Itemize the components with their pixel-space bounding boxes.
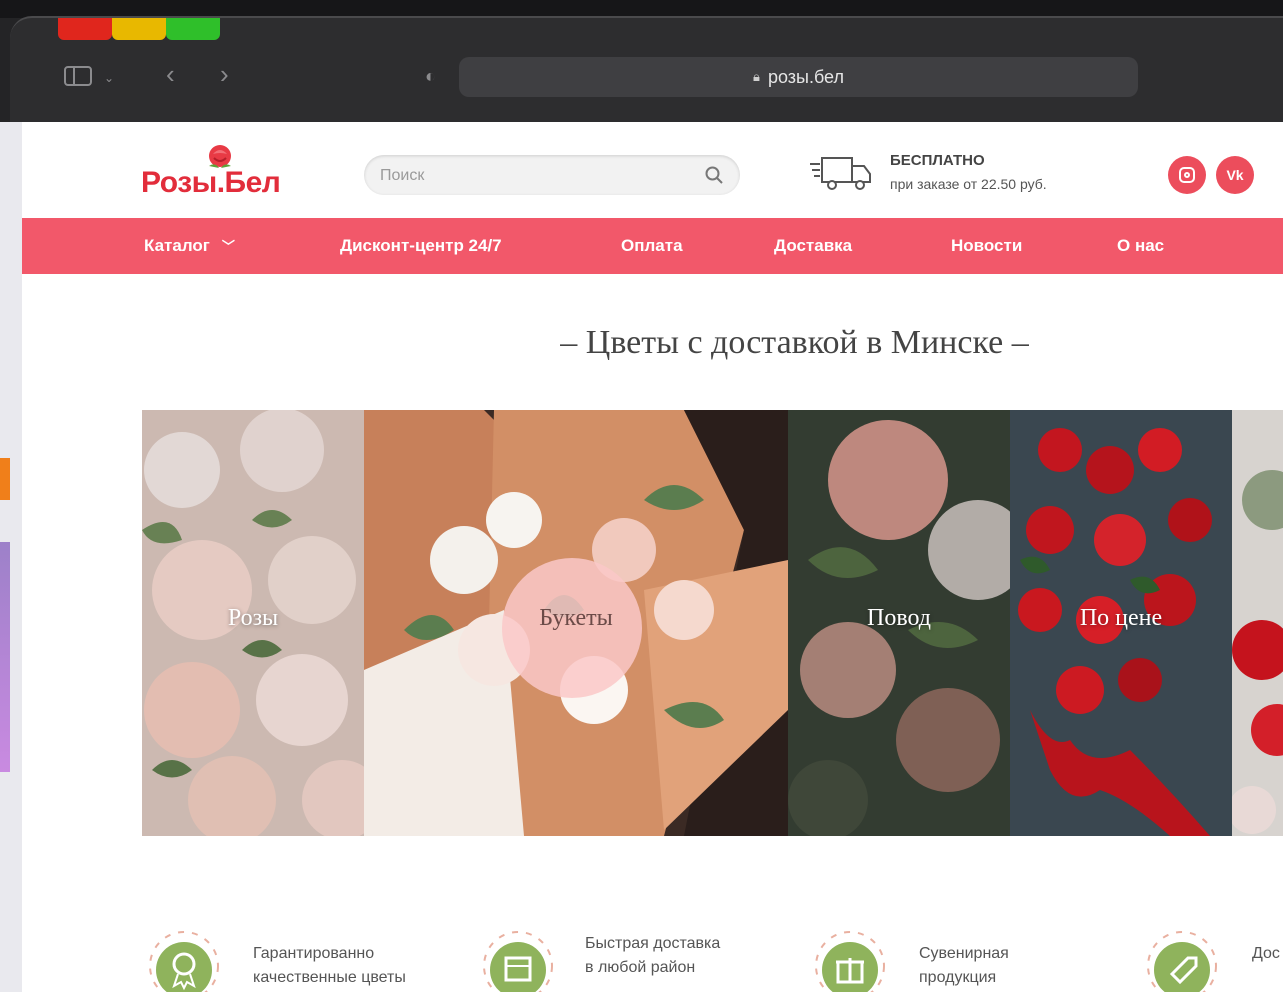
- browser-toolbar: ⌄ ‹ › ◐ 🔒︎ розы.бел: [0, 0, 1283, 124]
- nav-item-label: Каталог: [144, 236, 210, 255]
- feature-partial-line1: Дос: [1252, 945, 1280, 962]
- background-window-accent: [0, 458, 10, 500]
- address-bar[interactable]: 🔒︎ розы.бел: [459, 57, 1138, 97]
- nav-item-news[interactable]: Новости: [951, 218, 1022, 274]
- web-page: Розы.Бел БЕСПЛАТНО при заказе от 22.50 р…: [22, 122, 1283, 992]
- chevron-down-icon: ﹀: [221, 239, 235, 254]
- feature-partial-text: Дос: [1252, 942, 1280, 966]
- feature-delivery-text: Быстрая доставка в любой район: [585, 932, 720, 980]
- vk-button[interactable]: Vk: [1216, 156, 1254, 194]
- search-input[interactable]: [378, 155, 682, 197]
- category-tile-by-price[interactable]: По цене: [1010, 410, 1232, 836]
- close-window-button[interactable]: [58, 18, 112, 40]
- maximize-window-button[interactable]: [166, 18, 220, 40]
- feature-quality-text: Гарантированно качественные цветы: [253, 942, 406, 990]
- nav-item-catalog[interactable]: Каталог ﹀: [144, 218, 235, 274]
- free-delivery-subtitle: при заказе от 22.50 руб.: [890, 176, 1047, 192]
- logo-text: Розы.Бел: [141, 166, 281, 199]
- feature-souvenir-line1: Сувенирная: [919, 945, 1009, 962]
- nav-item-payment[interactable]: Оплата: [621, 218, 683, 274]
- search-icon[interactable]: [704, 165, 724, 185]
- gift-icon: [815, 931, 885, 992]
- background-window-edge: [0, 122, 22, 992]
- free-delivery-title: БЕСПЛАТНО: [890, 152, 985, 169]
- partial-photo: [1232, 410, 1283, 836]
- fast-delivery-icon: [483, 931, 553, 992]
- feature-souvenir-text: Сувенирная продукция: [919, 942, 1009, 990]
- lock-icon: 🔒︎: [753, 69, 760, 84]
- category-tile-bouquets[interactable]: Букеты: [364, 410, 788, 836]
- instagram-icon: [1179, 167, 1195, 183]
- category-label-bouquets: Букеты: [539, 605, 613, 631]
- search-box[interactable]: [364, 155, 740, 197]
- nav-item-about[interactable]: О нас: [1117, 218, 1164, 274]
- minimize-window-button[interactable]: [112, 18, 166, 40]
- category-tiles: Розы Букеты Повод По цене: [142, 410, 1283, 836]
- category-tile-roses[interactable]: Розы: [142, 410, 364, 836]
- forward-arrow-icon[interactable]: ›: [220, 61, 229, 87]
- main-nav: Каталог ﹀ Дисконт-центр 24/7 Оплата Доста…: [22, 218, 1283, 274]
- site-logo[interactable]: Розы.Бел: [141, 142, 321, 199]
- chevron-down-icon[interactable]: ⌄: [104, 68, 114, 88]
- background-window-accent-2: [0, 542, 10, 772]
- nav-item-discount[interactable]: Дисконт-центр 24/7: [340, 218, 502, 274]
- address-url: розы.бел: [767, 66, 844, 87]
- delivery-truck-icon: [810, 157, 871, 190]
- category-label-occasion: Повод: [866, 605, 932, 631]
- price-tag-icon: [1147, 931, 1217, 992]
- category-label-roses: Розы: [227, 605, 279, 631]
- instagram-button[interactable]: [1168, 156, 1206, 194]
- category-tile-occasion[interactable]: Повод: [788, 410, 1010, 836]
- feature-souvenir-line2: продукция: [919, 969, 997, 986]
- feature-quality-line2: качественные цветы: [253, 969, 406, 986]
- category-label-by-price: По цене: [1079, 605, 1163, 631]
- sidebar-toggle-icon[interactable]: [64, 66, 92, 86]
- back-arrow-icon[interactable]: ‹: [166, 61, 175, 87]
- category-tile-partial[interactable]: [1232, 410, 1283, 836]
- quality-badge-icon: [149, 931, 219, 992]
- nav-item-delivery[interactable]: Доставка: [774, 218, 852, 274]
- privacy-shield-icon[interactable]: ◐: [425, 66, 436, 86]
- feature-quality-line1: Гарантированно: [253, 945, 375, 962]
- feature-delivery-line1: Быстрая доставка: [585, 935, 721, 952]
- page-title: – Цветы с доставкой в Минске –: [560, 324, 1029, 361]
- vk-icon: Vk: [1226, 167, 1244, 183]
- feature-delivery-line2: в любой район: [585, 959, 696, 976]
- advantages-row: Гарантированно качественные цветы Быстра…: [22, 912, 1283, 992]
